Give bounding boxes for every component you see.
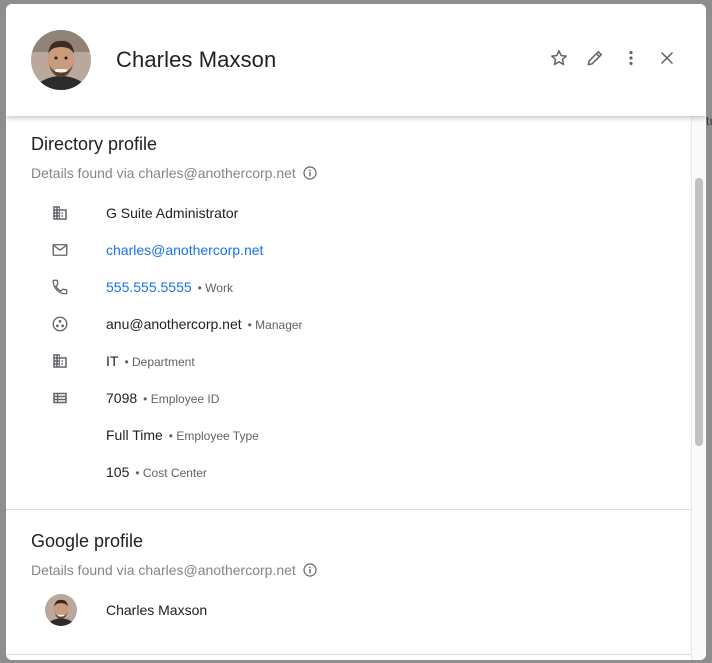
- close-icon: [661, 52, 673, 64]
- google-profile-name: Charles Maxson: [106, 602, 208, 618]
- manager-label: • Manager: [247, 318, 303, 332]
- building-icon: [50, 203, 70, 223]
- manager-value: anu@anothercorp.net • Manager: [106, 316, 303, 332]
- job-title-value: G Suite Administrator: [106, 205, 239, 221]
- list-icon: [50, 388, 70, 408]
- info-icon[interactable]: [302, 562, 318, 578]
- building-icon: [50, 351, 70, 371]
- employee-type-value: Full Time • Employee Type: [106, 427, 259, 443]
- email-icon: [50, 240, 70, 260]
- detail-row-employee-id: 7098 • Employee ID: [6, 383, 691, 413]
- section-divider: [6, 509, 691, 510]
- cost-center-label: • Cost Center: [135, 466, 207, 480]
- cost-center-value: 105 • Cost Center: [106, 464, 207, 480]
- scrollbar[interactable]: [691, 116, 706, 660]
- detail-row-manager: anu@anothercorp.net • Manager: [6, 309, 691, 339]
- detail-row-cost-center: 105 • Cost Center: [6, 457, 691, 487]
- phone-icon: [50, 277, 70, 297]
- detail-row-employee-type: Full Time • Employee Type: [6, 420, 691, 450]
- department-value: IT • Department: [106, 353, 195, 369]
- directory-profile-title: Directory profile: [31, 134, 158, 154]
- employee-id-value: 7098 • Employee ID: [106, 390, 220, 406]
- google-profile-title: Google profile: [31, 531, 144, 551]
- department-label: • Department: [124, 355, 195, 369]
- more-options-button[interactable]: [619, 46, 643, 70]
- detail-row-department: IT • Department: [6, 346, 691, 376]
- edit-button[interactable]: [583, 46, 607, 70]
- phone-value: 555.555.5555 • Work: [106, 279, 233, 295]
- star-button[interactable]: [547, 46, 571, 70]
- directory-profile-subtitle: Details found via charles@anothercorp.ne…: [31, 165, 318, 181]
- detail-row-email: charles@anothercorp.net: [6, 235, 691, 265]
- contact-name: Charles Maxson: [116, 47, 277, 72]
- background-text-fragment: tı: [706, 114, 712, 128]
- contact-card-dialog: Charles Maxson Directory profile Details…: [6, 4, 706, 660]
- bottom-divider: [6, 654, 691, 655]
- google-profile-source: Details found via charles@anothercorp.ne…: [31, 562, 296, 578]
- card-header: Charles Maxson: [6, 4, 706, 116]
- more-vert-icon: [629, 51, 633, 65]
- manager-icon: [50, 314, 70, 334]
- avatar: [31, 30, 91, 90]
- detail-row-phone: 555.555.5555 • Work: [6, 272, 691, 302]
- pencil-icon: [587, 51, 602, 66]
- scrollbar-thumb[interactable]: [695, 178, 703, 446]
- card-body[interactable]: Directory profile Details found via char…: [6, 116, 706, 660]
- employee-type-label: • Employee Type: [168, 429, 259, 443]
- info-icon[interactable]: [302, 165, 318, 181]
- star-outline-icon: [551, 50, 567, 66]
- phone-link[interactable]: 555.555.5555: [106, 279, 192, 295]
- directory-profile-source: Details found via charles@anothercorp.ne…: [31, 165, 296, 181]
- detail-row-title: G Suite Administrator: [6, 198, 691, 228]
- google-profile-name-row: Charles Maxson: [6, 595, 691, 625]
- employee-id-label: • Employee ID: [143, 392, 220, 406]
- phone-type-label: • Work: [197, 281, 233, 295]
- google-profile-subtitle: Details found via charles@anothercorp.ne…: [31, 562, 318, 578]
- close-button[interactable]: [655, 46, 679, 70]
- email-link[interactable]: charles@anothercorp.net: [106, 242, 263, 258]
